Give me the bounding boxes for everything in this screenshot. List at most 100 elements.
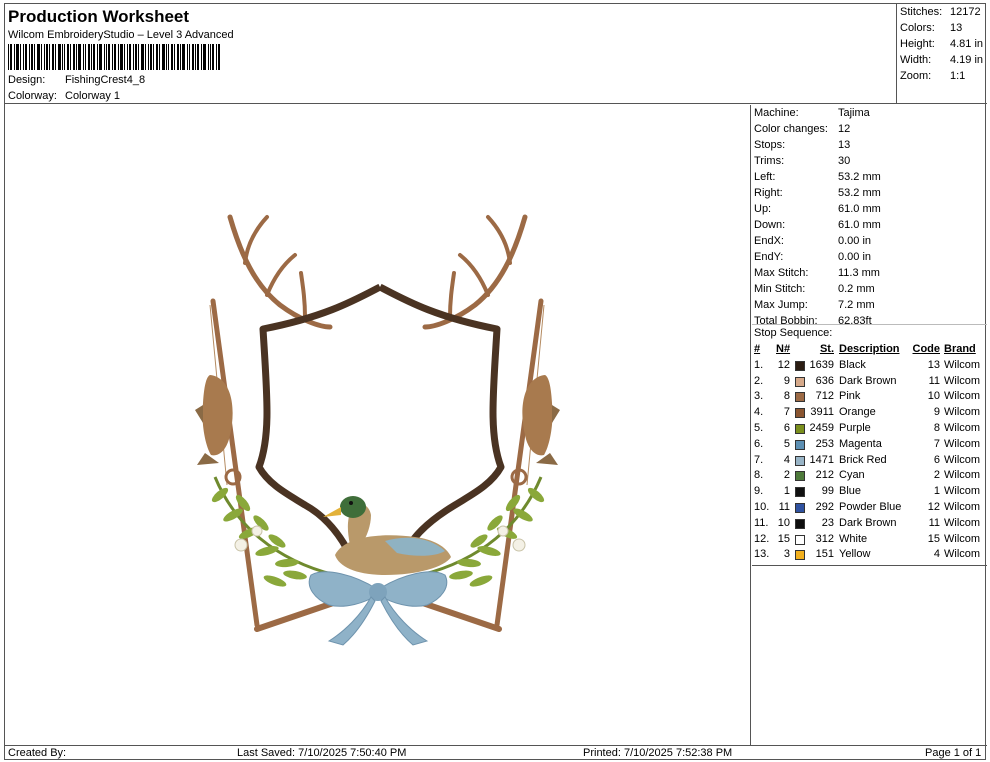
max-jump-label: Max Jump: [754, 299, 808, 311]
max-jump-row: Max Jump: 7.2 mm [754, 299, 875, 311]
endx-label: EndX: [754, 235, 784, 247]
stop-index: 13. [754, 548, 770, 561]
color-description: Dark Brown [839, 374, 897, 387]
min-stitch-label: Min Stitch: [754, 283, 806, 295]
colorway-label: Colorway: [8, 90, 57, 102]
stop-index: 4. [754, 406, 764, 419]
stop-row: 6. 5 253 Magenta 7 Wilcom [752, 438, 987, 454]
stop-index: 8. [754, 469, 764, 482]
stitch-count: 23 [821, 516, 834, 529]
stop-index: 5. [754, 421, 764, 434]
stitch-count: 99 [821, 485, 834, 498]
color-changes-label: Color changes: [754, 123, 828, 135]
color-swatch [795, 550, 805, 561]
zoom-value: 1:1 [950, 70, 966, 82]
worksheet: Production Worksheet Wilcom EmbroiderySt… [4, 3, 987, 760]
color-swatch [795, 439, 805, 450]
stop-row: 12. 15 312 White 15 Wilcom [752, 533, 987, 549]
color-code: 4 [933, 548, 940, 561]
stop-row: 4. 7 3911 Orange 9 Wilcom [752, 406, 987, 422]
design-preview [5, 105, 751, 745]
machine-value: Tajima [838, 107, 870, 119]
page-title: Production Worksheet [8, 7, 190, 26]
trims-label: Trims: [754, 155, 785, 167]
max-stitch-label: Max Stitch: [754, 267, 809, 279]
stop-table-header: # N# St. Description Code Brand [752, 343, 987, 359]
color-code: 7 [933, 437, 940, 450]
stop-row: 11. 10 23 Dark Brown 11 Wilcom [752, 517, 987, 533]
down-label: Down: [754, 219, 786, 231]
color-description: Pink [839, 390, 861, 403]
color-description: Dark Brown [839, 516, 897, 529]
left-value: 53.2 mm [838, 171, 881, 183]
stop-row: 13. 3 151 Yellow 4 Wilcom [752, 548, 987, 564]
color-swatch [795, 502, 805, 513]
col-header-index: # [754, 343, 761, 355]
col-header-brand: Brand [944, 343, 976, 355]
needle-number: 9 [783, 374, 790, 387]
height-value: 4.81 in [950, 38, 984, 50]
total-bobbin-row: Total Bobbin: 62.83ft [754, 315, 872, 327]
color-description: Orange [839, 406, 876, 419]
color-swatch [795, 487, 805, 498]
min-stitch-value: 0.2 mm [838, 283, 875, 295]
thread-brand: Wilcom [944, 485, 981, 498]
up-label: Up: [754, 203, 772, 215]
color-description: Yellow [839, 548, 871, 561]
embroidery-design-image [195, 214, 560, 646]
right-row: Right: 53.2 mm [754, 187, 881, 199]
barcode [8, 44, 220, 70]
color-swatch [795, 518, 805, 529]
color-description: Black [839, 358, 866, 371]
stitch-count: 1471 [809, 453, 834, 466]
stitch-count: 312 [815, 532, 834, 545]
height-label: Height: [900, 38, 935, 50]
thread-brand: Wilcom [944, 358, 981, 371]
color-description: Powder Blue [839, 500, 902, 513]
endy-row: EndY: 0.00 in [754, 251, 871, 263]
color-code: 15 [927, 532, 940, 545]
needle-number: 8 [783, 390, 790, 403]
up-value: 61.0 mm [838, 203, 881, 215]
col-header-description: Description [839, 343, 900, 355]
width-value: 4.19 in [950, 54, 984, 66]
stop-index: 2. [754, 374, 764, 387]
design-value: FishingCrest4_8 [65, 74, 146, 86]
colors-value: 13 [950, 22, 963, 34]
stop-row: 2. 9 636 Dark Brown 11 Wilcom [752, 375, 987, 391]
printed-date: Printed: 7/10/2025 7:52:38 PM [583, 747, 733, 759]
stitch-count: 2459 [809, 421, 834, 434]
color-description: Purple [839, 421, 871, 434]
section-divider [752, 324, 987, 325]
endy-label: EndY: [754, 251, 784, 263]
stop-row: 9. 1 99 Blue 1 Wilcom [752, 485, 987, 501]
stop-index: 10. [754, 500, 770, 513]
stop-sequence-title: Stop Sequence: [754, 327, 833, 339]
max-jump-value: 7.2 mm [838, 299, 875, 311]
design-row: Design: FishingCrest4_8 [8, 74, 145, 86]
endx-value: 0.00 in [838, 235, 872, 247]
stop-index: 1. [754, 358, 764, 371]
color-code: 1 [933, 485, 940, 498]
max-stitch-row: Max Stitch: 11.3 mm [754, 267, 880, 279]
color-code: 12 [927, 500, 940, 513]
thread-brand: Wilcom [944, 406, 981, 419]
stops-label: Stops: [754, 139, 786, 151]
color-code: 10 [927, 390, 940, 403]
summary-panel: Stitches: 12172 Colors: 13 Height: 4.81 in … [896, 4, 987, 104]
needle-number: 3 [783, 548, 790, 561]
trims-value: 30 [838, 155, 851, 167]
colorway-value: Colorway 1 [65, 90, 121, 102]
thread-brand: Wilcom [944, 374, 981, 387]
footer: Created By: Last Saved: 7/10/2025 7:50:4… [5, 745, 987, 760]
stop-row: 1. 12 1639 Black 13 Wilcom [752, 359, 987, 375]
color-code: 2 [933, 469, 940, 482]
stitch-count: 712 [815, 390, 834, 403]
max-stitch-value: 11.3 mm [838, 267, 880, 279]
stop-index: 3. [754, 390, 764, 403]
thread-brand: Wilcom [944, 532, 981, 545]
stops-value: 13 [838, 139, 851, 151]
height-row: Height: 4.81 in [900, 38, 986, 50]
col-header-needle: N# [776, 343, 791, 355]
colorway-row: Colorway: Colorway 1 [8, 90, 120, 102]
